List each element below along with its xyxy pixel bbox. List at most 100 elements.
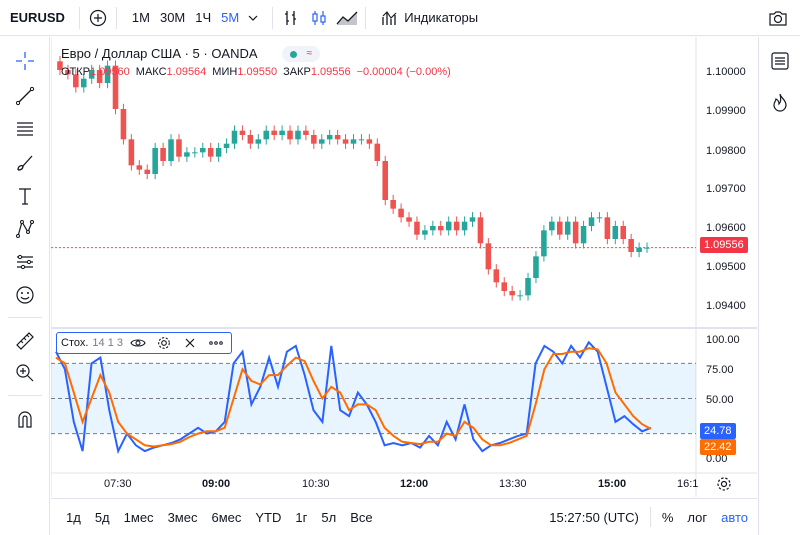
candle-body (160, 148, 166, 161)
candle-body (287, 130, 293, 140)
ruler-icon[interactable] (11, 327, 39, 355)
price-tick: 1.09700 (706, 183, 746, 195)
area-chart-icon[interactable] (333, 4, 361, 32)
fib-lines-icon[interactable] (11, 115, 39, 143)
divider (8, 395, 42, 396)
time-tick: 16:1 (677, 478, 699, 490)
stoch-tick: 75.00 (706, 364, 734, 376)
stoch-k-value: 24.78 (700, 423, 736, 439)
candle-body (350, 139, 357, 144)
candle-body (580, 226, 587, 244)
utc-clock[interactable]: 15:27:50 (UTC) (542, 510, 646, 525)
ohlc-legend: ОТКР1.09560 МАКС1.09564 МИН1.09550 ЗАКР1… (61, 66, 451, 78)
smile-icon[interactable] (11, 281, 39, 309)
range-6m[interactable]: 6мес (204, 510, 248, 525)
candle-body (231, 130, 238, 144)
candle-body (334, 135, 341, 140)
zoom-in-icon[interactable] (11, 359, 39, 387)
interval-1h[interactable]: 1Ч (190, 10, 216, 25)
interval-30m[interactable]: 30М (155, 10, 190, 25)
candle-body (628, 239, 634, 252)
chart-area[interactable] (51, 37, 757, 497)
current-price-label: 1.09556 (700, 237, 748, 253)
percent-toggle[interactable]: % (655, 510, 681, 525)
candle-body (517, 295, 523, 297)
candle-body (271, 130, 277, 135)
candle-body (445, 221, 452, 231)
camera-icon[interactable] (764, 4, 792, 32)
candle-body (207, 148, 214, 157)
range-1d[interactable]: 1д (59, 510, 88, 525)
time-tick: 10:30 (302, 478, 330, 490)
candle-body (184, 152, 190, 157)
candle-body (176, 139, 182, 157)
candle-body (263, 130, 270, 140)
candle-body (509, 291, 515, 296)
candle-body (390, 200, 396, 209)
candle-body (556, 221, 563, 235)
prediction-icon[interactable] (11, 248, 39, 276)
indicators-button[interactable]: Индикаторы (370, 0, 484, 36)
open-value: 1.09560 (90, 66, 130, 78)
price-tick: 1.09400 (706, 300, 746, 312)
candle-body (366, 139, 373, 144)
high-value: 1.09564 (166, 66, 207, 78)
settings-gear-icon[interactable] (153, 334, 175, 352)
magnet-icon[interactable] (11, 405, 39, 433)
interval-1m[interactable]: 1М (127, 10, 155, 25)
candle-body (152, 148, 158, 174)
text-tool-icon[interactable] (11, 182, 39, 210)
stoch-legend: Стох. 14 1 3 (56, 332, 232, 354)
candle-body (533, 256, 539, 278)
pattern-icon[interactable] (11, 215, 39, 243)
stoch-tick: 50.00 (706, 394, 734, 406)
divider (8, 317, 42, 318)
hotlists-fire-icon[interactable] (766, 89, 794, 117)
interval-5m[interactable]: 5М (216, 10, 244, 25)
range-1y[interactable]: 1г (288, 510, 314, 525)
symbol-search[interactable]: EURUSD (0, 10, 75, 25)
range-5d[interactable]: 5д (88, 510, 117, 525)
bar-chart-icon[interactable] (277, 4, 305, 32)
divider (272, 6, 274, 29)
range-3m[interactable]: 3мес (161, 510, 205, 525)
chevron-down-icon[interactable] (244, 4, 262, 32)
bottom-toolbar: 1д 5д 1мес 3мес 6мес YTD 1г 5л Все 15:27… (51, 498, 757, 535)
stoch-d-value: 22.42 (700, 439, 736, 455)
chart-settings-gear-icon[interactable] (710, 470, 738, 498)
candle-body (239, 130, 246, 135)
divider (78, 6, 80, 29)
brush-icon[interactable] (11, 149, 39, 177)
candle-body (414, 221, 420, 235)
stoch-params: 14 1 3 (92, 337, 124, 349)
divider (365, 6, 367, 29)
range-ytd[interactable]: YTD (248, 510, 288, 525)
candle-body (144, 169, 151, 174)
candle-body (453, 221, 460, 231)
candle-body (549, 221, 555, 231)
candles-icon[interactable] (305, 4, 333, 32)
candle-body (422, 230, 428, 235)
range-5y[interactable]: 5л (314, 510, 343, 525)
close-icon[interactable] (179, 334, 201, 352)
candle-body (636, 247, 642, 252)
candle-body (192, 152, 198, 154)
eye-icon[interactable] (127, 334, 149, 352)
trend-line-icon[interactable] (11, 82, 39, 110)
range-all[interactable]: Все (343, 510, 379, 525)
candle-body (564, 221, 571, 235)
drawing-toolbar (0, 37, 50, 535)
compare-add-icon[interactable] (84, 4, 112, 32)
log-toggle[interactable]: лог (680, 510, 714, 525)
range-1m[interactable]: 1мес (117, 510, 161, 525)
candle-body (326, 135, 333, 140)
candle-body (461, 221, 468, 231)
auto-toggle[interactable]: авто (714, 510, 755, 525)
candle-body (596, 217, 603, 219)
more-dots-icon[interactable] (205, 334, 227, 352)
divider (649, 507, 651, 527)
price-tick: 1.09500 (706, 261, 746, 273)
crosshair-icon[interactable] (11, 47, 39, 75)
indicators-icon (376, 4, 404, 32)
watchlist-icon[interactable] (766, 47, 794, 75)
